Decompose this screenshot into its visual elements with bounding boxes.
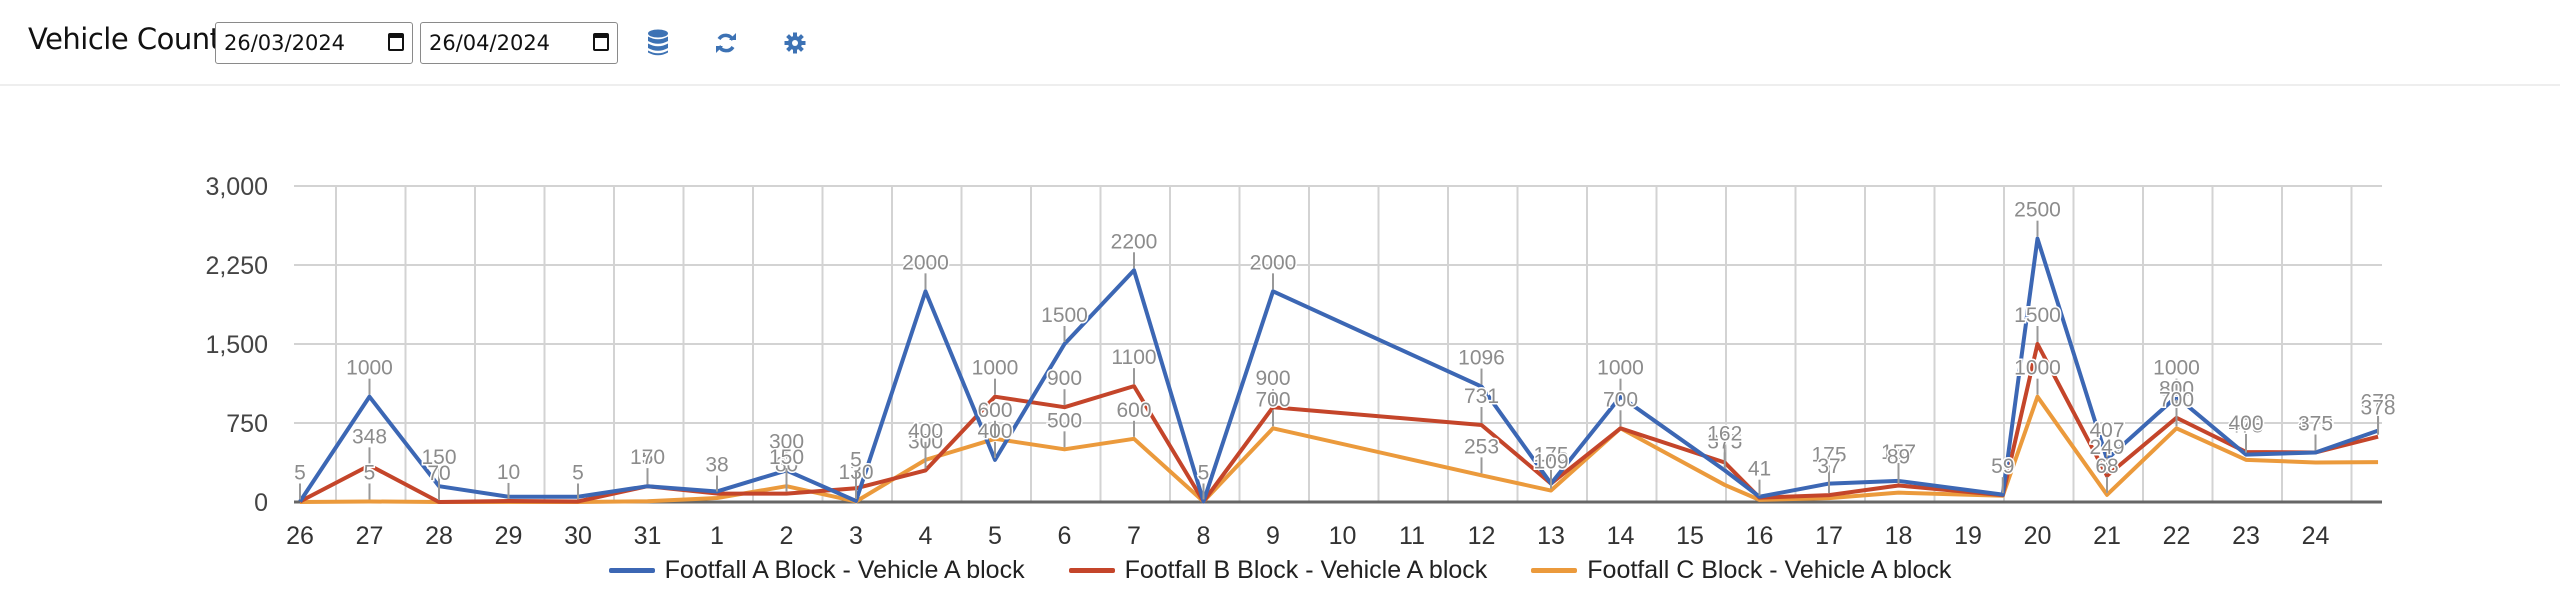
x-tick-label: 13 [1537, 522, 1565, 550]
data-label: 7 [642, 446, 654, 469]
x-tick-label: 12 [1468, 522, 1496, 550]
data-label: 400 [2228, 412, 2263, 435]
x-tick-label: 6 [1058, 522, 1072, 550]
legend-item-b[interactable]: Footfall B Block - Vehicle A block [1068, 556, 1488, 585]
legend-swatch-c [1531, 568, 1578, 573]
data-label: 253 [1464, 435, 1499, 458]
legend-item-c[interactable]: Footfall C Block - Vehicle A block [1531, 556, 1951, 585]
data-label: 5 [572, 461, 584, 484]
data-label: 600 [977, 399, 1012, 422]
data-label: 400 [908, 420, 943, 443]
data-label: 1000 [346, 357, 393, 380]
x-tick-label: 19 [1954, 522, 1982, 550]
data-label: 68 [2095, 455, 2118, 478]
data-label: 59 [1991, 455, 2014, 478]
data-label: 900 [1255, 367, 1290, 390]
x-tick-label: 24 [2302, 522, 2330, 550]
x-tick-label: 20 [2024, 522, 2052, 550]
data-label: 731 [1464, 385, 1499, 408]
data-label: 2200 [1111, 230, 1158, 253]
x-tick-label: 31 [634, 522, 662, 550]
x-tick-label: 3 [849, 522, 863, 550]
x-tick-label: 9 [1266, 522, 1280, 550]
x-tick-label: 28 [425, 522, 453, 550]
y-tick-label: 750 [226, 410, 268, 438]
data-label: 1500 [1041, 304, 1088, 327]
series-lines [298, 236, 2379, 504]
x-tick-label: 11 [1399, 522, 1425, 550]
data-label: 5 [364, 461, 376, 484]
data-label: 70 [427, 462, 450, 485]
data-label: 37 [1817, 455, 1840, 478]
data-label: 378 [2361, 397, 2396, 420]
legend-swatch-a [608, 568, 655, 573]
data-label: 1500 [2014, 304, 2061, 327]
data-label: 700 [2159, 388, 2194, 411]
data-label: 162 [1707, 423, 1742, 446]
x-tick-label: 8 [1197, 522, 1211, 550]
x-tick-label: 21 [2093, 522, 2121, 550]
data-label: 1000 [972, 357, 1019, 380]
series-line-a [298, 236, 2379, 504]
legend: Footfall A Block - Vehicle A block Footf… [0, 556, 2560, 585]
data-label: 38 [705, 454, 728, 477]
data-label: 700 [1255, 388, 1290, 411]
x-tick-label: 4 [919, 522, 933, 550]
x-tick-label: 7 [1127, 522, 1141, 550]
y-tick-label: 0 [254, 489, 268, 517]
legend-label-a: Footfall A Block - Vehicle A block [664, 556, 1025, 584]
y-tick-label: 2,250 [205, 252, 268, 280]
data-label: 900 [1047, 367, 1082, 390]
data-label: 5 [1198, 461, 1210, 484]
x-tick-label: 29 [495, 522, 523, 550]
x-tick-label: 14 [1607, 522, 1635, 550]
y-axis-ticks: 0 750 1,500 2,250 3,000 [205, 173, 268, 517]
x-tick-label: 22 [2163, 522, 2191, 550]
data-label: 150 [769, 446, 804, 469]
data-label: 89 [1887, 445, 1910, 468]
data-label: 109 [1533, 451, 1568, 474]
data-label: 2000 [1250, 251, 1297, 274]
data-label: 700 [1603, 388, 1638, 411]
legend-label-b: Footfall B Block - Vehicle A block [1124, 556, 1488, 584]
data-label: 375 [2298, 412, 2333, 435]
data-label: 600 [1116, 399, 1151, 422]
x-tick-label: 2 [780, 522, 794, 550]
line-chart: 07501,5002,2503,000 26 27 28 29 30 31 1 2 3 4 5 6 7 8… [205, 173, 2397, 550]
data-label: 5 [294, 461, 306, 484]
x-tick-label: 23 [2232, 522, 2260, 550]
legend-item-a[interactable]: Footfall A Block - Vehicle A block [608, 556, 1025, 585]
data-label: 500 [1047, 409, 1082, 432]
x-tick-label: 15 [1676, 522, 1704, 550]
data-label: 1000 [2014, 357, 2061, 380]
x-tick-label: 26 [286, 522, 314, 550]
x-tick-label: 27 [356, 522, 384, 550]
x-tick-label: 30 [564, 522, 592, 550]
x-axis-ticks: 26 27 28 29 30 31 1 2 3 4 5 6 7 8 9 10 11 12 13 14 15 16 17 18 1… [286, 522, 2329, 550]
y-tick-label: 1,500 [205, 331, 268, 359]
x-tick-label: 5 [988, 522, 1002, 550]
data-label: 1000 [1597, 357, 1644, 380]
data-label: 5 [850, 448, 862, 471]
data-label: 41 [1748, 458, 1771, 481]
x-tick-label: 10 [1329, 522, 1357, 550]
x-tick-label: 1 [710, 522, 724, 550]
x-tick-label: 18 [1885, 522, 1913, 550]
x-tick-label: 17 [1815, 522, 1843, 550]
data-label: 1096 [1458, 347, 1505, 370]
data-label: 10 [497, 461, 520, 484]
legend-swatch-b [1068, 568, 1115, 573]
legend-label-c: Footfall C Block - Vehicle A block [1587, 556, 1952, 584]
data-label: 1000 [2153, 357, 2200, 380]
data-label: 2500 [2014, 199, 2061, 222]
y-tick-label: 3,000 [205, 173, 268, 201]
data-label: 1100 [1111, 346, 1156, 369]
data-label: 348 [352, 425, 387, 448]
x-tick-label: 16 [1746, 522, 1774, 550]
data-label: 2000 [902, 251, 949, 274]
